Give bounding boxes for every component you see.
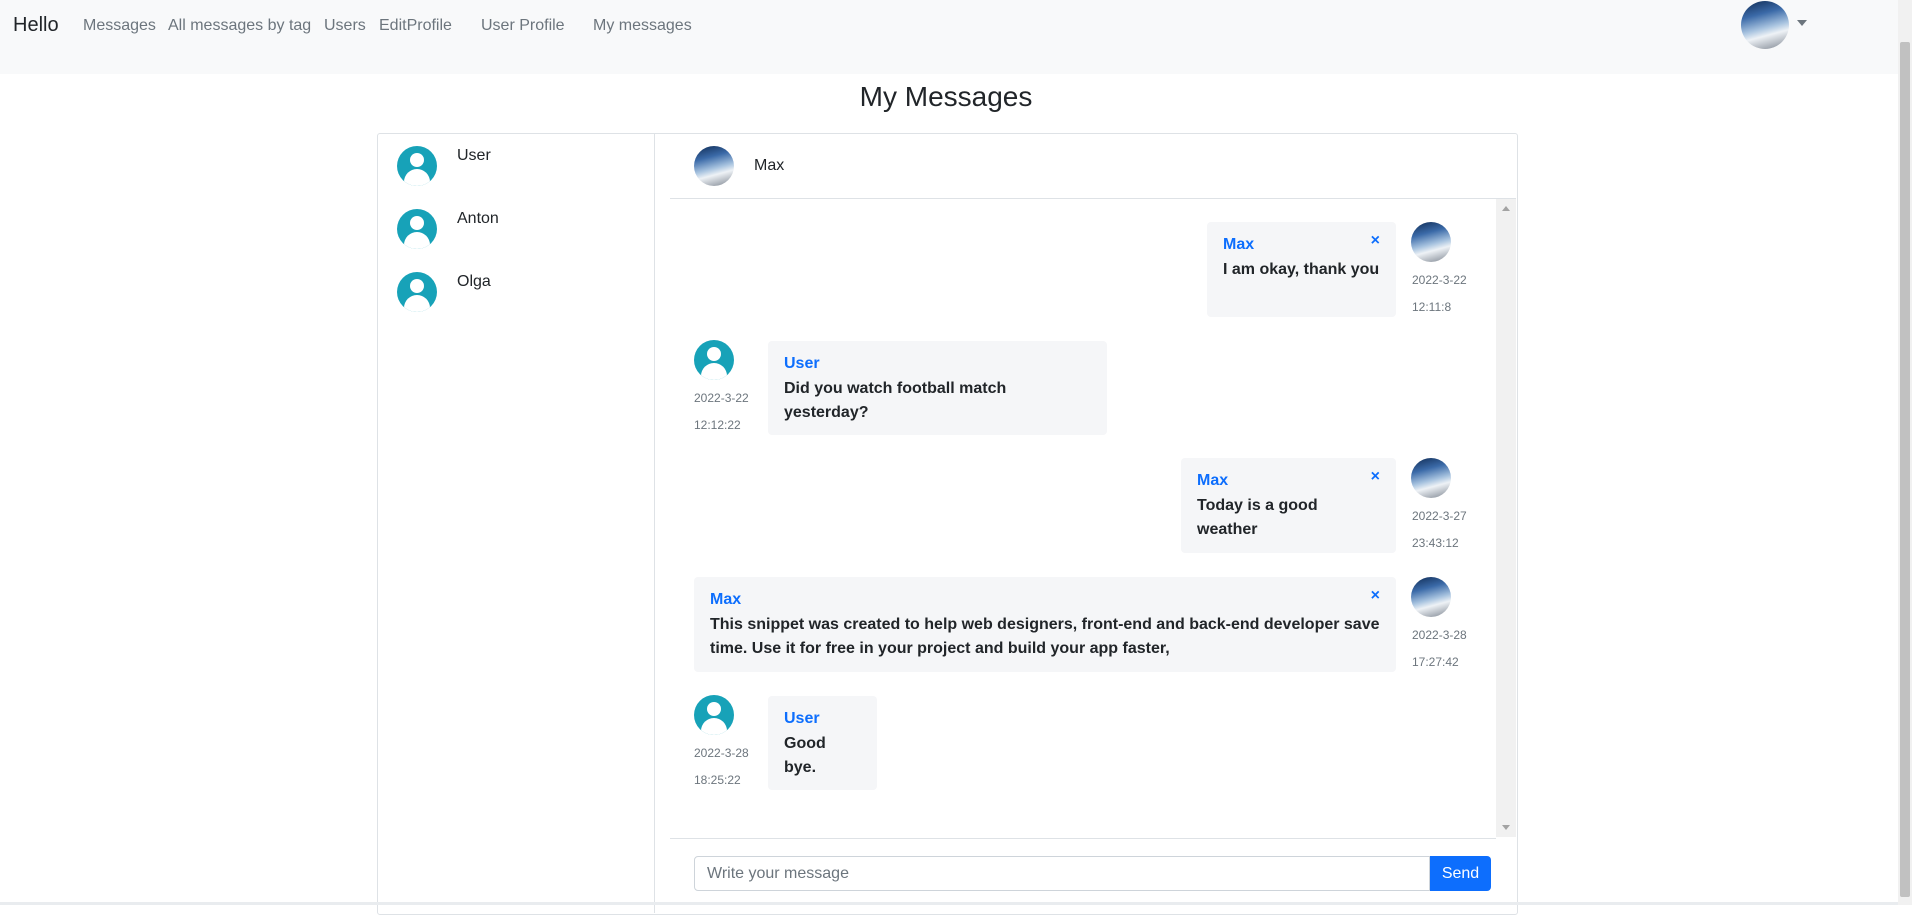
message-bubble: Max I am okay, thank you × <box>1207 222 1396 317</box>
scroll-down-arrow-icon[interactable] <box>1502 825 1510 830</box>
message-time: 23:43:12 <box>1412 536 1459 550</box>
message-sender: Max <box>1223 236 1255 253</box>
message-input[interactable] <box>694 856 1430 891</box>
navbar-brand[interactable]: Hello <box>13 14 59 37</box>
message-text: Good bye. <box>784 735 826 776</box>
message-bubble: Max This snippet was created to help web… <box>694 577 1396 672</box>
contact-item-anton[interactable]: Anton <box>397 209 637 253</box>
user-avatar-icon <box>397 209 437 249</box>
message-time: 18:25:22 <box>694 773 741 787</box>
nav-link-my-messages[interactable]: My messages <box>593 17 692 35</box>
contact-item-olga[interactable]: Olga <box>397 272 637 316</box>
user-avatar-icon <box>397 146 437 186</box>
page-title: My Messages <box>859 81 1033 112</box>
delete-message-icon[interactable]: × <box>1371 587 1380 605</box>
message-bubble: User Good bye. <box>768 696 877 790</box>
chat-contact-name: Max <box>754 157 785 174</box>
message-sender: Max <box>710 591 742 608</box>
nav-link-messages-by-tag[interactable]: All messages by tag <box>168 17 311 35</box>
message-bubble: Max Today is a good weather × <box>1181 458 1396 553</box>
contact-item-user[interactable]: User <box>397 146 637 190</box>
message-sender: Max <box>1197 472 1229 489</box>
top-navbar: Hello Messages All messages by tag Users… <box>0 0 1912 74</box>
delete-message-icon[interactable]: × <box>1371 468 1380 486</box>
profile-avatar[interactable] <box>1741 1 1789 49</box>
nav-link-edit-profile[interactable]: EditProfile <box>379 17 452 35</box>
chat-scrollbar[interactable] <box>1496 199 1516 837</box>
nav-link-users[interactable]: Users <box>324 17 366 35</box>
message-date: 2022-3-22 <box>1412 273 1467 287</box>
message-date: 2022-3-22 <box>694 391 749 405</box>
message-sender: User <box>784 710 820 727</box>
scroll-up-arrow-icon[interactable] <box>1502 206 1510 211</box>
sender-avatar <box>1411 577 1451 617</box>
message-time: 17:27:42 <box>1412 655 1459 669</box>
contact-name: Anton <box>457 210 499 227</box>
send-button[interactable]: Send <box>1430 856 1491 891</box>
composer-divider <box>670 838 1496 839</box>
chevron-down-icon[interactable] <box>1797 20 1807 26</box>
user-avatar-icon <box>694 695 734 735</box>
nav-link-messages[interactable]: Messages <box>83 17 156 35</box>
message-time: 12:12:22 <box>694 418 741 432</box>
message-time: 12:11:8 <box>1412 300 1452 314</box>
sender-avatar <box>1411 222 1451 262</box>
contact-name: User <box>457 147 491 164</box>
user-avatar-icon <box>694 340 734 380</box>
message-date: 2022-3-28 <box>1412 628 1467 642</box>
message-text: This snippet was created to help web des… <box>710 616 1380 657</box>
message-sender: User <box>784 355 820 372</box>
page-scrollbar-thumb[interactable] <box>1900 42 1910 897</box>
nav-link-user-profile[interactable]: User Profile <box>481 17 565 35</box>
sender-avatar <box>1411 458 1451 498</box>
chat-header <box>670 134 1516 199</box>
contact-name: Olga <box>457 273 491 290</box>
message-bubble: User Did you watch football match yester… <box>768 341 1107 435</box>
message-text: Did you watch football match yesterday? <box>784 380 1007 421</box>
message-date: 2022-3-27 <box>1412 509 1467 523</box>
message-text: Today is a good weather <box>1197 497 1318 538</box>
message-text: I am okay, thank you <box>1223 261 1380 278</box>
message-date: 2022-3-28 <box>694 746 749 760</box>
chat-contact-avatar <box>694 146 734 186</box>
user-avatar-icon <box>397 272 437 312</box>
delete-message-icon[interactable]: × <box>1371 232 1380 250</box>
